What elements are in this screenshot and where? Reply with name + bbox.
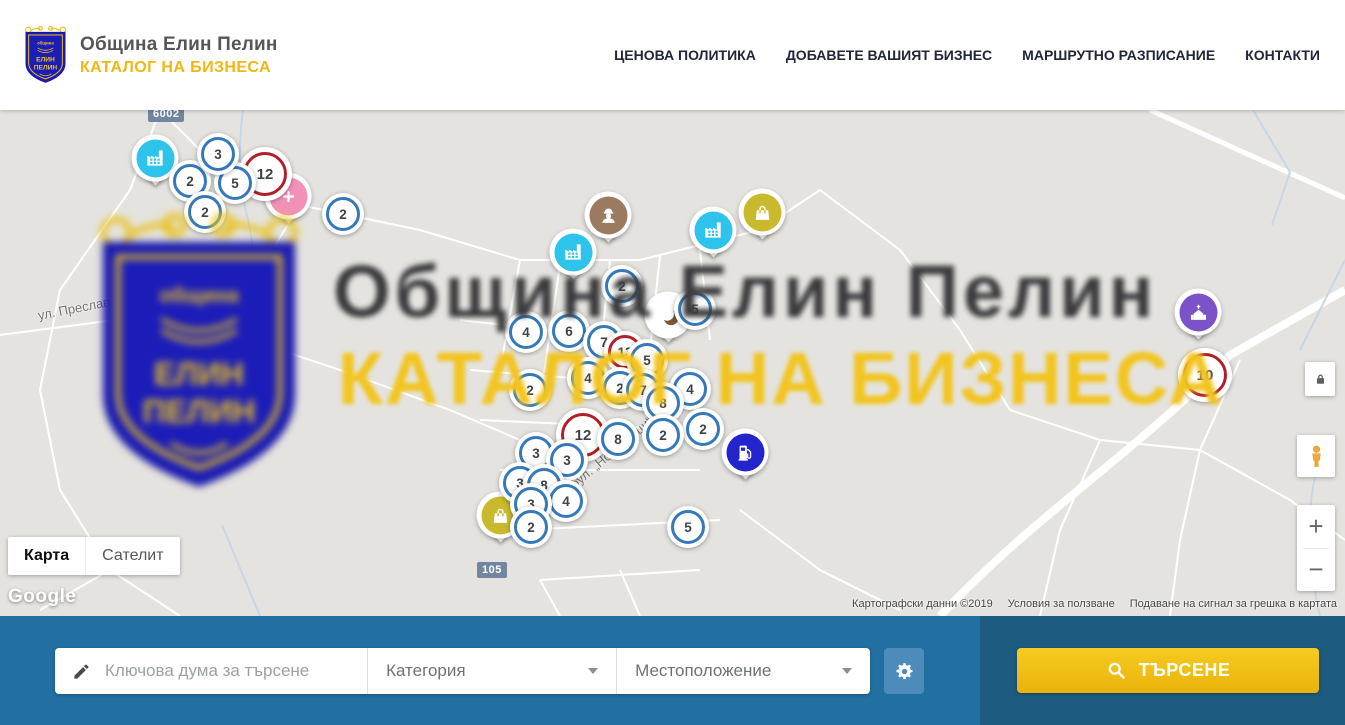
map-attribution: Картографски данни ©2019 Условия за полз… bbox=[852, 598, 1337, 610]
map-type-control: Карта Сателит bbox=[8, 537, 180, 575]
svg-text:ПЕЛИН: ПЕЛИН bbox=[34, 64, 58, 71]
map-cluster-marker[interactable]: 2 bbox=[322, 193, 364, 235]
pencil-icon bbox=[72, 662, 91, 681]
nav-item[interactable]: МАРШРУТНО РАЗПИСАНИЕ bbox=[1022, 47, 1215, 63]
lock-icon bbox=[1312, 371, 1329, 388]
search-field-group: Категория Местоположение bbox=[55, 648, 870, 694]
svg-text:община: община bbox=[37, 40, 54, 45]
pegman-icon bbox=[1304, 441, 1329, 471]
advanced-settings-button[interactable] bbox=[884, 648, 924, 694]
street-view-lock-button[interactable] bbox=[1305, 362, 1335, 396]
search-icon bbox=[1106, 660, 1127, 681]
pegman-button[interactable] bbox=[1297, 435, 1335, 477]
map-cluster-marker[interactable]: 2 bbox=[642, 414, 684, 456]
municipality-crest-icon: община ЕЛИН ПЕЛИН bbox=[22, 25, 69, 85]
map-cluster-marker[interactable]: 2 bbox=[601, 265, 643, 307]
map-type-satellite-button[interactable]: Сателит bbox=[85, 537, 179, 575]
map-type-map-button[interactable]: Карта bbox=[8, 537, 85, 575]
keyword-search-input[interactable] bbox=[103, 660, 347, 682]
google-logo[interactable]: Google bbox=[8, 586, 76, 608]
map-cluster-marker[interactable]: 8 bbox=[597, 418, 639, 460]
location-dropdown-label: Местоположение bbox=[635, 661, 771, 681]
chevron-down-icon bbox=[842, 668, 852, 674]
zoom-in-button[interactable]: + bbox=[1297, 505, 1335, 548]
search-bar: Категория Местоположение ТЪРСЕНЕ bbox=[0, 616, 1345, 725]
map-cluster-marker[interactable]: 4 bbox=[505, 311, 547, 353]
gear-icon bbox=[893, 660, 916, 683]
attribution-terms-link[interactable]: Условия за ползване bbox=[1008, 598, 1115, 610]
search-button[interactable]: ТЪРСЕНЕ bbox=[1017, 648, 1319, 693]
nav-item[interactable]: ДОБАВЕТЕ ВАШИЯТ БИЗНЕС bbox=[786, 47, 992, 63]
search-button-label: ТЪРСЕНЕ bbox=[1139, 660, 1231, 681]
nav-item[interactable]: КОНТАКТИ bbox=[1245, 47, 1320, 63]
site-subtitle: КАТАЛОГ НА БИЗНЕСА bbox=[80, 59, 278, 77]
header: община ЕЛИН ПЕЛИН Община Елин Пелин КАТА… bbox=[0, 0, 1345, 110]
location-dropdown[interactable]: Местоположение bbox=[617, 648, 870, 694]
map-cluster-marker[interactable]: 5 bbox=[667, 506, 709, 548]
map-cluster-marker[interactable]: 2 bbox=[184, 191, 226, 233]
map-canvas[interactable]: 6002105 ул. Преславбул. „Новоселци“ 1225… bbox=[0, 110, 1345, 616]
site-logo[interactable]: община ЕЛИН ПЕЛИН Община Елин Пелин КАТА… bbox=[22, 25, 278, 85]
category-dropdown[interactable]: Категория bbox=[368, 648, 617, 694]
zoom-out-button[interactable]: − bbox=[1297, 549, 1335, 592]
zoom-control: + − bbox=[1297, 505, 1335, 591]
attribution-report-link[interactable]: Подаване на сигнал за грешка в картата bbox=[1130, 598, 1337, 610]
map-clusters-layer: 122532225647135104274282212833384325 bbox=[0, 110, 1345, 616]
svg-text:ЕЛИН: ЕЛИН bbox=[36, 57, 55, 64]
map-cluster-marker[interactable]: 2 bbox=[510, 506, 552, 548]
attribution-data: Картографски данни ©2019 bbox=[852, 598, 993, 610]
keyword-section bbox=[55, 648, 368, 694]
chevron-down-icon bbox=[588, 668, 598, 674]
map-cluster-marker[interactable]: 5 bbox=[674, 288, 716, 330]
map-cluster-marker[interactable]: 2 bbox=[682, 408, 724, 450]
map-cluster-marker[interactable]: 10 bbox=[1178, 348, 1232, 402]
map-cluster-marker[interactable]: 3 bbox=[197, 133, 239, 175]
logo-text: Община Елин Пелин КАТАЛОГ НА БИЗНЕСА bbox=[80, 34, 278, 77]
category-dropdown-label: Категория bbox=[386, 661, 465, 681]
map-cluster-marker[interactable]: 2 bbox=[509, 369, 551, 411]
nav-item[interactable]: ЦЕНОВА ПОЛИТИКА bbox=[614, 47, 756, 63]
main-nav: ЦЕНОВА ПОЛИТИКА ДОБАВЕТЕ ВАШИЯТ БИЗНЕС МАР… bbox=[614, 47, 1320, 63]
site-title: Община Елин Пелин bbox=[80, 34, 278, 56]
